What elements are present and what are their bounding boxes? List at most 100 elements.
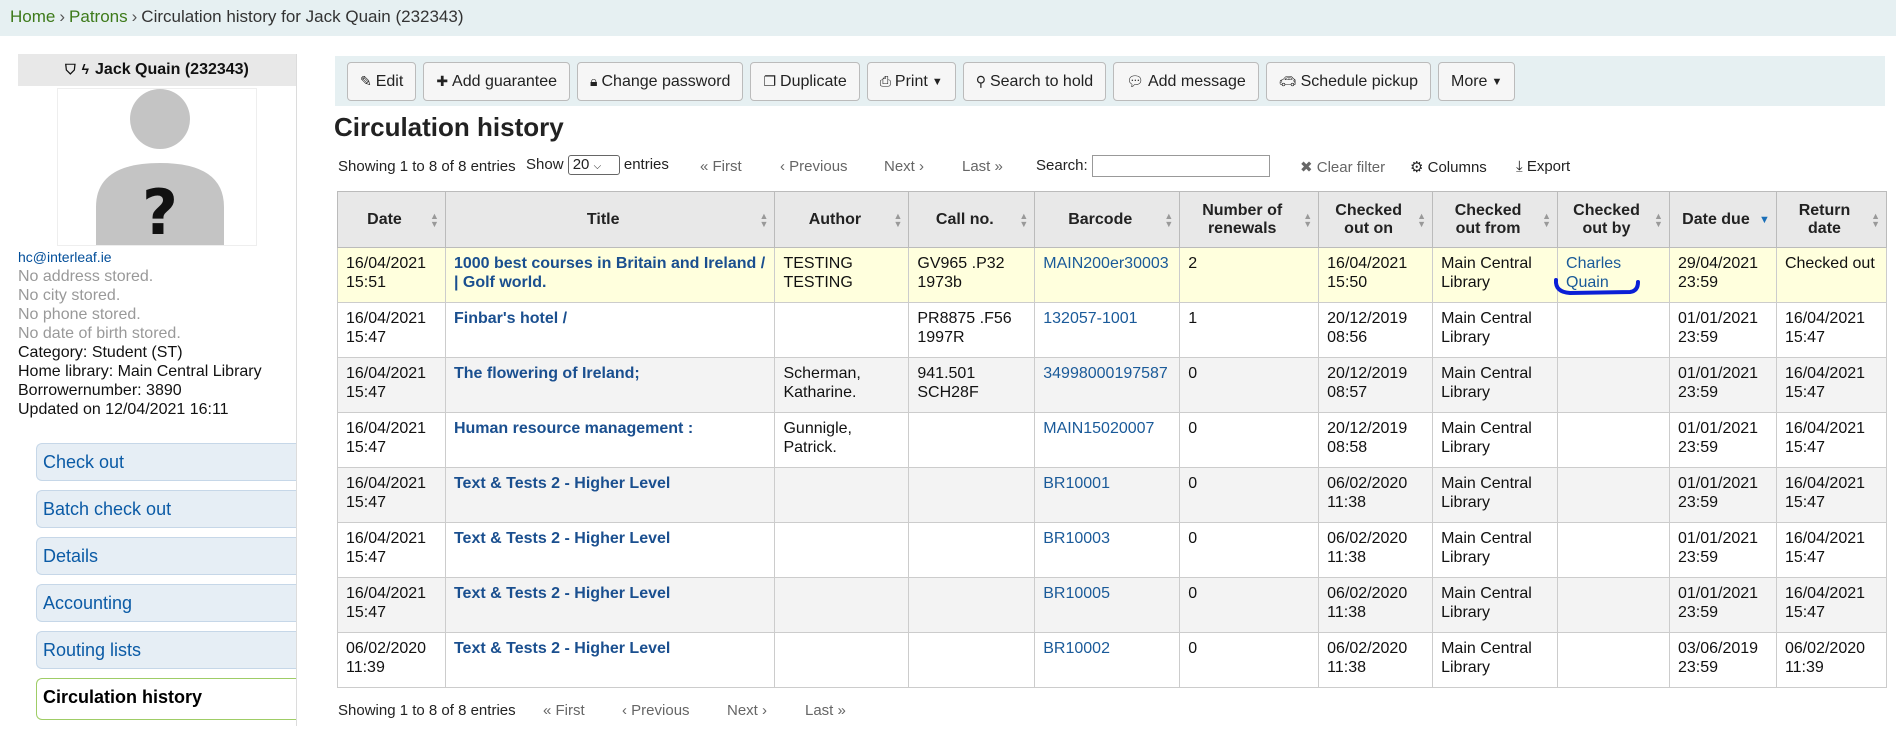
shield-icon: ⛉ [65,61,76,77]
barcode-link[interactable]: BR10003 [1043,530,1110,547]
cell-barcode: 34998000197587 [1034,357,1181,413]
column-header-title[interactable]: Title ▲ ▼ [444,191,776,248]
nav-accounting[interactable]: Accounting [36,584,296,622]
cell-renewals: 0 [1179,577,1320,633]
page-length-select[interactable]: 20 ⌵ [567,155,620,175]
cell-date-due: 01/01/2021 23:59 [1668,467,1777,523]
barcode-link[interactable]: 132057-1001 [1043,310,1137,327]
barcode-link[interactable]: BR10001 [1043,475,1110,492]
pagination-next[interactable]: Next › [884,158,924,175]
checked-out-by-link[interactable]: Charles Quain [1566,255,1621,291]
cell-checked-out-on: 06/02/2020 11:38 [1318,467,1434,523]
cell-author [774,577,910,633]
title-link[interactable]: Finbar's hotel / [454,310,567,327]
title-link[interactable]: Human resource management : [454,420,693,437]
change-password-button[interactable]: 🔒︎ Change password [577,62,744,101]
patron-nav: Check out Batch check out Details Accoun… [36,443,296,729]
patron-email[interactable]: hc@interleaf.ie [18,249,112,265]
barcode-link[interactable]: MAIN15020007 [1043,420,1154,437]
column-header-author[interactable]: Author ▲ ▼ [774,191,910,248]
pagination-first[interactable]: « First [700,158,742,175]
cell-checked-out-by [1557,412,1670,468]
breadcrumb-current: Circulation history for Jack Quain (2323… [141,7,464,26]
pagination-previous-footer[interactable]: ‹ Previous [622,702,690,719]
breadcrumb-home[interactable]: Home [10,7,55,26]
column-header-checked-out-on[interactable]: Checked out on ▲ ▼ [1318,191,1434,248]
column-header-date[interactable]: Date ▲ ▼ [337,191,446,248]
cell-date-due: 01/01/2021 23:59 [1668,522,1777,578]
pagination-last[interactable]: Last » [962,158,1003,175]
cell-title: 1000 best courses in Britain and Ireland… [444,247,776,303]
patron-name: Jack Quain (232343) [95,61,249,78]
title-link[interactable]: The flowering of Ireland; [454,365,640,382]
patron-dob: No date of birth stored. [18,325,181,342]
add-message-button[interactable]: 💬︎ Add message [1113,62,1259,101]
nav-checkout[interactable]: Check out [36,443,296,481]
cell-author: Gunnigle, Patrick. [774,412,910,468]
cell-checked-out-by [1557,522,1670,578]
cell-checked-out-from: Main Central Library [1432,247,1559,303]
edit-button[interactable]: ✎ Edit [347,62,417,101]
column-header-checked-out-from[interactable]: Checked out from ▲ ▼ [1432,191,1559,248]
cell-checked-out-on: 06/02/2020 11:38 [1318,632,1434,688]
pagination-first-footer[interactable]: « First [543,702,585,719]
title-link[interactable]: Text & Tests 2 - Higher Level [454,475,670,492]
pencil-icon: ✎ [360,73,372,89]
export-button[interactable]: ⤓ Export [1516,158,1570,175]
nav-details[interactable]: Details [36,537,296,575]
column-header-barcode[interactable]: Barcode ▲ ▼ [1034,191,1181,248]
sort-icon: ▲ ▼ [1019,210,1029,229]
pagination-last-footer[interactable]: Last » [805,702,846,719]
table-header-row: Date ▲ ▼ Title ▲ ▼ Author ▲ ▼ Call no. ▲ ▼ Barco… [337,191,1888,248]
sort-icon: ▲ ▼ [1654,210,1663,229]
breadcrumb-patrons[interactable]: Patrons [69,7,128,26]
cell-callno: 941.501 SCH28F [908,357,1036,413]
column-header-checked-out-by[interactable]: Checked out by ▲ ▼ [1557,191,1670,248]
pagination-previous[interactable]: ‹ Previous [780,158,848,175]
barcode-link[interactable]: 34998000197587 [1043,365,1168,382]
search-input[interactable] [1091,155,1270,177]
cell-renewals: 0 [1179,412,1320,468]
title-link[interactable]: Text & Tests 2 - Higher Level [454,640,670,657]
column-header-date-due[interactable]: Date due ▼ [1668,191,1777,248]
add-guarantee-button[interactable]: ✚ Add guarantee [423,62,571,101]
cell-checked-out-from: Main Central Library [1432,577,1559,633]
cell-checked-out-on: 20/12/2019 08:57 [1318,357,1434,413]
column-header-renewals[interactable]: Number of renewals ▲ ▼ [1179,191,1320,248]
column-header-callno[interactable]: Call no. ▲ ▼ [908,191,1036,248]
clear-filter-button[interactable]: ✖ Clear filter [1300,158,1385,176]
sort-icon: ▲ ▼ [893,210,903,229]
sidebar-divider [296,54,297,726]
cell-date-due: 03/06/2019 23:59 [1668,632,1777,688]
search-to-hold-button[interactable]: ⚲ Search to hold [962,62,1107,101]
cell-checked-out-from: Main Central Library [1432,357,1559,413]
print-button[interactable]: ⎙ Print ▼ [866,62,956,101]
barcode-link[interactable]: MAIN200er30003 [1043,255,1168,272]
cell-date-due: 01/01/2021 23:59 [1668,577,1777,633]
nav-circulation-history[interactable]: Circulation history [36,678,296,720]
barcode-link[interactable]: BR10005 [1043,585,1110,602]
cell-date: 06/02/2020 11:39 [337,632,446,688]
caret-down-icon: ▼ [931,75,943,88]
cell-date: 16/04/2021 15:47 [337,302,446,358]
title-link[interactable]: 1000 best courses in Britain and Ireland… [454,255,765,291]
cell-callno [908,632,1036,688]
cell-date: 16/04/2021 15:47 [337,357,446,413]
columns-button[interactable]: ⚙ Columns [1410,158,1487,176]
cell-checked-out-on: 06/02/2020 11:38 [1318,522,1434,578]
duplicate-button[interactable]: ❐ Duplicate [750,62,860,101]
title-link[interactable]: Text & Tests 2 - Higher Level [454,585,670,602]
table-search: Search: [1036,155,1270,177]
pagination-next-footer[interactable]: Next › [727,702,767,719]
column-header-return-date[interactable]: Return date ▲ ▼ [1775,191,1888,248]
nav-routing-lists[interactable]: Routing lists [36,631,296,669]
cell-author: TESTING TESTING [774,247,910,303]
barcode-link[interactable]: BR10002 [1043,640,1110,657]
nav-batch-checkout[interactable]: Batch check out [36,490,296,528]
cell-barcode: BR10005 [1034,577,1181,633]
cell-barcode: MAIN15020007 [1034,412,1181,468]
title-link[interactable]: Text & Tests 2 - Higher Level [454,530,670,547]
more-button[interactable]: More ▼ [1438,62,1516,101]
schedule-pickup-button[interactable]: 🚗︎ Schedule pickup [1265,62,1431,101]
patron-updated: Updated on 12/04/2021 16:11 [18,401,229,418]
